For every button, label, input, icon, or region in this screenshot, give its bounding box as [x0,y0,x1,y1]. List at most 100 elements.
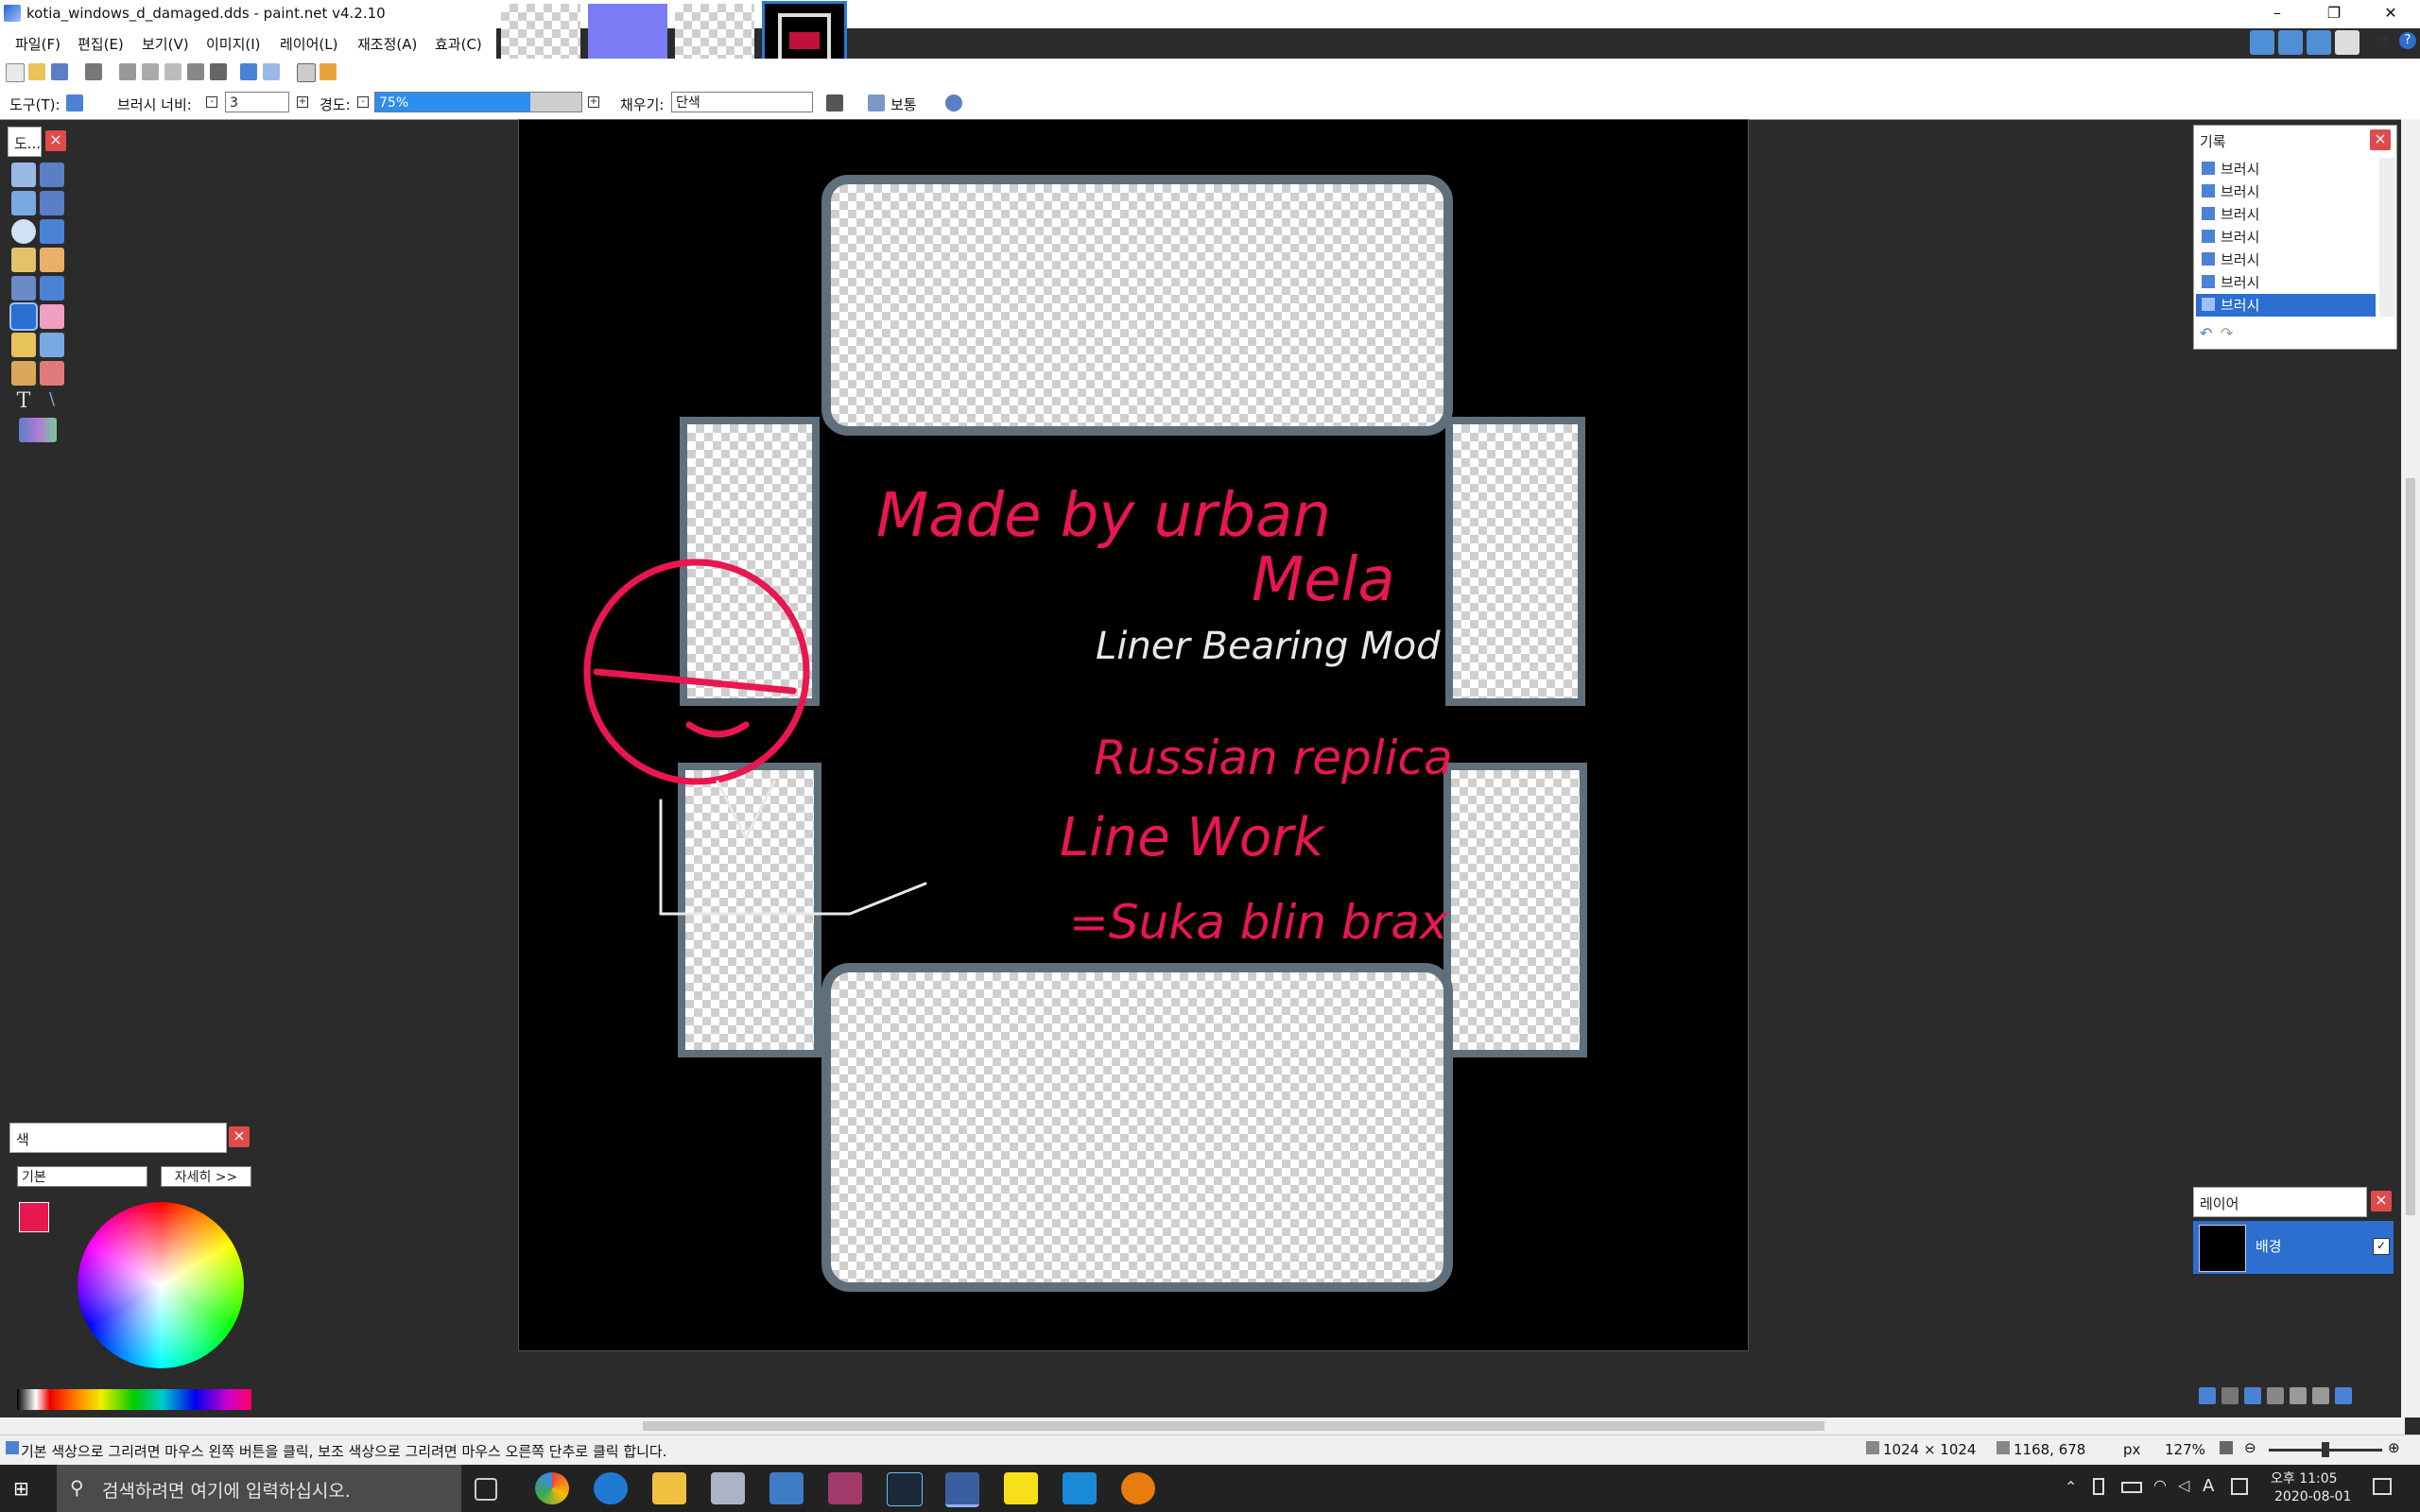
battery-icon[interactable] [2121,1482,2142,1493]
gradient-tool-icon[interactable] [40,276,64,301]
blender-icon[interactable] [1121,1472,1155,1504]
menu-adjustments[interactable]: 재조정(A) [357,34,417,54]
thumbs-dropdown-icon[interactable]: ⌄ [856,32,867,47]
help-icon[interactable]: ? [2399,32,2416,49]
maximize-button[interactable]: ❐ [2307,0,2361,28]
brush-width-decrease-icon[interactable]: - [206,96,217,108]
layer-visibility-checkbox[interactable]: ✓ [2373,1238,2390,1255]
clock-date[interactable]: 2020-08-01 [2274,1489,2351,1504]
usb-icon[interactable] [2093,1478,2104,1495]
redo-icon[interactable] [263,63,280,80]
color-palette-strip[interactable] [17,1389,251,1410]
text-tool-icon[interactable]: T [11,389,36,414]
file-explorer-icon[interactable] [652,1472,686,1504]
line-curve-tool-icon[interactable]: \ [40,389,64,414]
primary-color-swatch[interactable] [19,1202,49,1232]
deselect-icon[interactable] [210,63,227,80]
hardness-slider[interactable]: 75% [374,92,582,112]
zoom-slider[interactable] [2269,1442,2382,1457]
menu-file[interactable]: 파일(F) [15,34,60,54]
edge-icon[interactable] [594,1472,628,1504]
minimize-button[interactable]: – [2250,0,2305,28]
merge-layer-icon[interactable] [2267,1387,2284,1404]
taskbar-search-box[interactable]: ⚲ 검색하려면 여기에 입력하십시오. [57,1465,461,1512]
shapes-tool-icon[interactable] [19,418,57,442]
vertical-scrollbar[interactable] [2401,119,2420,1418]
python-icon[interactable] [769,1472,804,1504]
layer-properties-icon[interactable] [2335,1387,2352,1404]
colors-panel-close-icon[interactable]: × [229,1126,250,1147]
horizontal-scrollbar[interactable] [0,1418,2405,1435]
fill-select[interactable]: 단색 [671,92,813,112]
move-selection-tool-icon[interactable] [40,163,64,187]
save-icon[interactable] [51,63,68,80]
palette-select[interactable]: 기본 [17,1166,147,1187]
recolor-tool-icon[interactable] [40,361,64,386]
zoom-in-icon[interactable]: ⊕ [2388,1439,2400,1456]
close-window-button[interactable]: ✕ [2363,0,2418,28]
layers-toggle-icon[interactable] [2307,30,2331,55]
crop-icon[interactable] [187,63,204,80]
vertical-scroll-thumb[interactable] [2406,478,2415,1215]
vscode-icon[interactable] [1063,1472,1097,1504]
paint-bucket-tool-icon[interactable] [11,276,36,301]
magic-wand-tool-icon[interactable] [11,248,36,272]
history-toggle-icon[interactable] [2278,30,2303,55]
open-icon[interactable] [28,63,45,80]
menu-view[interactable]: 보기(V) [142,34,189,54]
history-item-selected[interactable]: 브러시 [2196,294,2376,317]
winrar-icon[interactable] [828,1472,862,1504]
blend-mode-select[interactable]: 보통 [890,94,917,114]
history-item[interactable]: 브러시 [2196,180,2376,203]
settings-gear-icon[interactable]: ⚙ [2375,32,2390,52]
grid-icon[interactable] [297,63,316,82]
history-item[interactable]: 브러시 [2196,271,2376,294]
clone-stamp-tool-icon[interactable] [11,361,36,386]
history-panel-close-icon[interactable]: × [2370,129,2391,150]
menu-edit[interactable]: 편집(E) [78,34,124,54]
move-layer-down-icon[interactable] [2312,1387,2329,1404]
move-selected-tool-icon[interactable] [40,191,64,215]
rectangle-select-tool-icon[interactable] [11,163,36,187]
antialiasing-icon[interactable] [826,94,843,112]
copy-icon[interactable] [142,63,159,80]
layer-row-background[interactable]: 배경 ✓ [2193,1221,2394,1274]
print-icon[interactable] [85,63,102,80]
tools-panel-close-icon[interactable]: × [45,130,66,151]
history-scrollbar[interactable] [2379,158,2394,317]
undo-icon[interactable] [240,63,257,80]
menu-layers[interactable]: 레이어(L) [280,34,337,54]
horizontal-scroll-thumb[interactable] [643,1421,1824,1431]
hardness-decrease-icon[interactable]: - [357,96,369,108]
color-wheel[interactable] [78,1202,244,1368]
colors-toggle-icon[interactable] [2335,30,2360,55]
tools-toggle-icon[interactable] [2250,30,2274,55]
paste-icon[interactable] [164,63,182,80]
wifi-icon[interactable]: ◠ [2153,1476,2167,1494]
task-view-icon[interactable] [475,1478,497,1501]
paintbrush-tool-icon[interactable] [66,94,83,112]
ime-mode-icon[interactable] [2231,1478,2248,1495]
zoom-tool-icon[interactable] [40,219,64,244]
ime-indicator[interactable]: A [2203,1476,2214,1496]
hardness-increase-icon[interactable]: + [588,96,599,108]
app-icon-5[interactable] [711,1472,745,1504]
brush-width-input[interactable]: 3 [225,92,289,112]
brush-width-increase-icon[interactable]: + [297,96,308,108]
duplicate-layer-icon[interactable] [2244,1387,2261,1404]
delete-layer-icon[interactable] [2221,1387,2238,1404]
new-icon[interactable] [6,63,25,82]
selection-clipping-icon[interactable] [945,94,962,112]
layers-panel-close-icon[interactable]: × [2371,1191,2392,1211]
pencil-tool-icon[interactable] [11,333,36,357]
history-item[interactable]: 브러시 [2196,249,2376,271]
volume-icon[interactable]: ◁ [2178,1476,2189,1494]
color-picker-tool-icon[interactable] [40,333,64,357]
paintbrush-tool-active-icon[interactable] [9,302,38,331]
blend-mode-icon[interactable] [868,94,885,112]
units-select[interactable]: px [2123,1441,2140,1458]
menu-image[interactable]: 이미지(I) [206,34,261,54]
zoom-out-icon[interactable]: ⊖ [2244,1439,2256,1456]
menu-effects[interactable]: 효과(C) [435,34,482,54]
tray-overflow-icon[interactable]: ⌃ [2065,1478,2077,1496]
